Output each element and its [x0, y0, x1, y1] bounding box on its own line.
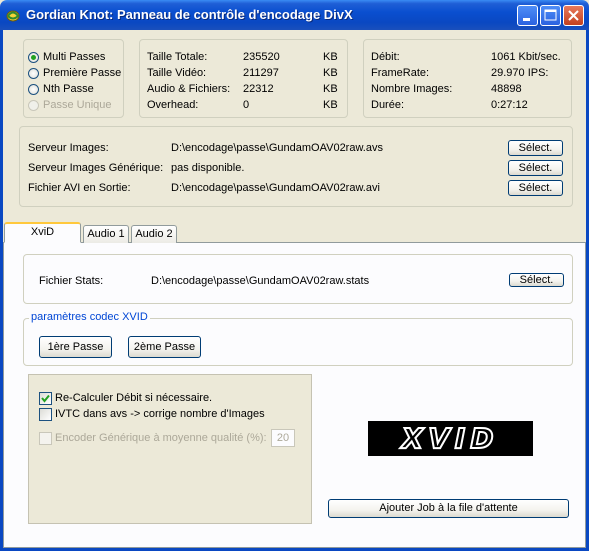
second-pass-button[interactable]: 2ème Passe	[128, 336, 201, 358]
xvid-logo: XVID	[368, 421, 533, 456]
file-label: Fichier AVI en Sortie:	[28, 182, 131, 194]
size-value: 235520	[243, 51, 280, 63]
minimize-icon[interactable]	[517, 5, 538, 26]
size-unit: KB	[323, 99, 338, 111]
size-unit: KB	[323, 51, 338, 63]
file-path: D:\encodage\passe\GundamOAV02raw.avs	[171, 142, 383, 154]
stat-value: 29.970 IPS:	[491, 67, 549, 79]
size-unit: KB	[323, 67, 338, 79]
checkbox-label: Re-Calculer Débit si nécessaire.	[55, 392, 213, 404]
tab-audio-2[interactable]: Audio 2	[131, 225, 177, 243]
size-value: 22312	[243, 83, 274, 95]
select-serveur-generique-button[interactable]: Sélect.	[508, 160, 563, 176]
window-title: Gordian Knot: Panneau de contrôle d'enco…	[26, 7, 353, 22]
select-stats-file-button[interactable]: Sélect.	[509, 273, 564, 287]
size-value: 0	[243, 99, 250, 111]
stat-label: Nombre Images:	[371, 83, 453, 95]
file-path: D:\encodage\passe\GundamOAV02raw.avi	[171, 182, 380, 194]
file-label: Serveur Images:	[28, 142, 109, 154]
radio-label: Multi Passes	[43, 51, 106, 63]
first-pass-button[interactable]: 1ère Passe	[39, 336, 112, 358]
stat-label: Durée:	[371, 99, 405, 111]
gordian-knot-icon	[5, 7, 21, 23]
size-label: Audio & Fichiers:	[147, 83, 231, 95]
checkbox-box[interactable]	[39, 408, 52, 421]
maximize-icon[interactable]	[540, 5, 561, 26]
stats-file-path: D:\encodage\passe\GundamOAV02raw.stats	[151, 275, 370, 287]
file-label: Serveur Images Générique:	[28, 162, 164, 174]
radio-button	[28, 100, 39, 111]
select-serveur-images-button[interactable]: Sélect.	[508, 140, 563, 156]
tab-audio-1[interactable]: Audio 1	[83, 225, 129, 243]
size-label: Taille Vidéo:	[147, 67, 207, 79]
checkbox-box	[39, 432, 52, 445]
radio-label: Passe Unique	[43, 99, 112, 111]
checkbox-label: Encoder Générique à moyenne qualité (%):	[55, 432, 267, 444]
file-path: pas disponible.	[171, 162, 245, 174]
radio-label: Première Passe	[43, 67, 122, 79]
quality-percent-input: 20	[271, 429, 295, 447]
stat-value: 48898	[491, 83, 522, 95]
select-fichier-avi-button[interactable]: Sélect.	[508, 180, 563, 196]
codec-params-legend: paramètres codec XVID	[29, 311, 150, 323]
size-label: Taille Totale:	[147, 51, 208, 63]
stat-value: 1061 Kbit/sec.	[491, 51, 561, 63]
radio-button[interactable]	[28, 84, 39, 95]
stat-label: Débit:	[371, 51, 400, 63]
close-icon[interactable]	[563, 5, 584, 26]
size-label: Overhead:	[147, 99, 199, 111]
radio-label: Nth Passe	[43, 83, 94, 95]
checkbox-box[interactable]	[39, 392, 52, 405]
radio-button[interactable]	[28, 68, 39, 79]
stats-file-label: Fichier Stats:	[39, 275, 104, 287]
checkbox-label: IVTC dans avs -> corrige nombre d'Images	[55, 408, 265, 420]
stat-label: FrameRate:	[371, 67, 430, 79]
stat-value: 0:27:12	[491, 99, 528, 111]
size-value: 211297	[243, 67, 279, 79]
size-unit: KB	[323, 83, 338, 95]
xvid-logo-text: XVID	[400, 422, 499, 455]
tab-xvid[interactable]: XviD	[4, 222, 81, 243]
radio-button[interactable]	[28, 52, 39, 63]
add-job-button[interactable]: Ajouter Job à la file d'attente	[328, 499, 569, 518]
